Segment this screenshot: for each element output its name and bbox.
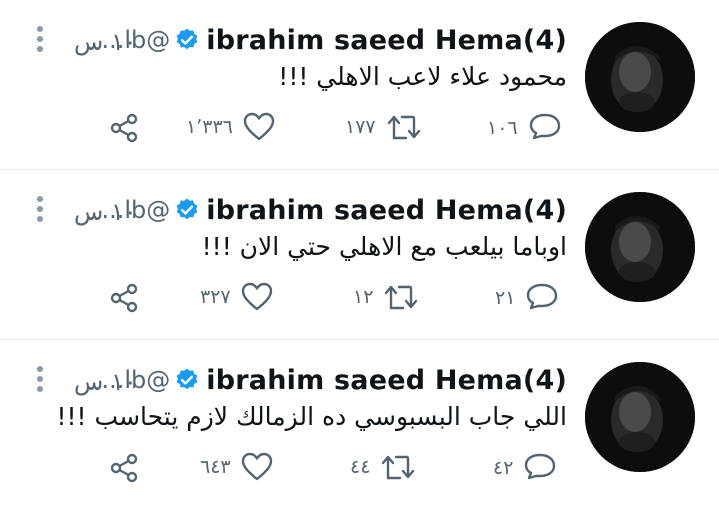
- reply-icon: [525, 282, 559, 314]
- verified-badge-icon: [174, 27, 200, 53]
- user-handle[interactable]: ...lb@: [102, 196, 171, 224]
- tweet-actions: ١٬٣٣٦ ١٧٧ ١٠٦: [0, 112, 719, 152]
- retweet-button[interactable]: ٤٤: [350, 452, 416, 482]
- like-button[interactable]: ١٬٣٣٦: [186, 112, 275, 142]
- more-options-icon[interactable]: [30, 24, 50, 54]
- share-icon: [108, 112, 140, 144]
- reply-count: ٢١: [495, 287, 516, 309]
- retweet-button[interactable]: ١٧٧: [345, 112, 422, 142]
- retweet-icon: [383, 282, 419, 312]
- like-count: ١٬٣٣٦: [186, 116, 233, 138]
- user-handle[interactable]: ...lb@: [102, 366, 171, 394]
- display-name[interactable]: ibrahim saeed Hema(4): [206, 25, 567, 56]
- display-name[interactable]: ibrahim saeed Hema(4): [206, 365, 567, 396]
- retweet-count: ١٧٧: [345, 116, 376, 138]
- like-count: ٣٢٧: [200, 286, 231, 308]
- like-count: ٦٤٣: [200, 456, 231, 478]
- reply-icon: [528, 112, 562, 144]
- tweet[interactable]: ١٠ س ...lb@ ibrahim saeed Hema(4) محمود …: [0, 0, 719, 170]
- tweet-header: ...lb@ ibrahim saeed Hema(4): [102, 190, 568, 230]
- like-button[interactable]: ٣٢٧: [200, 282, 273, 312]
- share-icon: [108, 282, 140, 314]
- display-name[interactable]: ibrahim saeed Hema(4): [206, 195, 567, 226]
- retweet-count: ٤٤: [350, 456, 371, 478]
- reply-count: ١٠٦: [487, 117, 518, 139]
- share-button[interactable]: [108, 282, 140, 314]
- tweet[interactable]: ١٠ س ...lb@ ibrahim saeed Hema(4) اللي ج…: [0, 340, 719, 510]
- reply-count: ٤٢: [493, 457, 514, 479]
- like-icon: [243, 112, 275, 142]
- tweet-actions: ٣٢٧ ١٢ ٢١: [0, 282, 719, 322]
- more-options-icon[interactable]: [30, 364, 50, 394]
- retweet-button[interactable]: ١٢: [353, 282, 419, 312]
- like-button[interactable]: ٦٤٣: [200, 452, 273, 482]
- tweet-header: ...lb@ ibrahim saeed Hema(4): [102, 360, 568, 400]
- retweet-icon: [380, 452, 416, 482]
- reply-icon: [523, 452, 557, 484]
- user-handle[interactable]: ...lb@: [102, 26, 171, 54]
- tweet[interactable]: ١٠ س ...lb@ ibrahim saeed Hema(4) اوباما…: [0, 170, 719, 340]
- verified-badge-icon: [174, 197, 200, 223]
- verified-badge-icon: [174, 367, 200, 393]
- share-button[interactable]: [108, 452, 140, 484]
- share-icon: [108, 452, 140, 484]
- reply-button[interactable]: ٤٢: [493, 452, 557, 484]
- like-icon: [241, 452, 273, 482]
- more-options-icon[interactable]: [30, 194, 50, 224]
- tweet-header: ...lb@ ibrahim saeed Hema(4): [102, 20, 568, 60]
- tweet-text: اوباما بيلعب مع الاهلي حتي الان !!!: [201, 232, 567, 261]
- share-button[interactable]: [108, 112, 140, 144]
- retweet-icon: [386, 112, 422, 142]
- reply-button[interactable]: ٢١: [495, 282, 559, 314]
- reply-button[interactable]: ١٠٦: [487, 112, 562, 144]
- tweet-actions: ٦٤٣ ٤٤ ٤٢: [0, 452, 719, 492]
- like-icon: [241, 282, 273, 312]
- tweet-text: اللي جاب البسبوسي ده الزمالك لازم يتحاسب…: [56, 402, 567, 431]
- retweet-count: ١٢: [353, 286, 374, 308]
- tweet-text: محمود علاء لاعب الاهلي !!!: [278, 62, 567, 91]
